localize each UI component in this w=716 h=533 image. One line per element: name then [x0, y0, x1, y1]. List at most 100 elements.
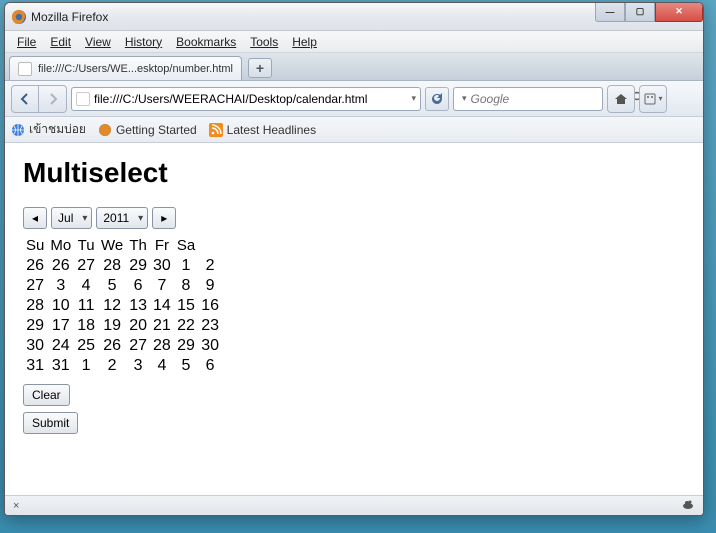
- maximize-button[interactable]: ▢: [625, 2, 655, 22]
- search-box[interactable]: ▾: [453, 87, 603, 111]
- clear-button[interactable]: Clear: [23, 384, 70, 406]
- calendar-cell[interactable]: 29: [23, 316, 47, 336]
- home-button[interactable]: [607, 85, 635, 113]
- firefox-icon: [98, 123, 112, 137]
- calendar-cell[interactable]: 5: [174, 356, 198, 376]
- menu-view[interactable]: View: [79, 34, 117, 50]
- calendar-cell[interactable]: 29: [126, 256, 150, 276]
- calendar-cell[interactable]: 28: [150, 336, 174, 356]
- next-month-button[interactable]: ▸: [152, 207, 176, 229]
- calendar-cell[interactable]: 1: [74, 356, 98, 376]
- calendar-cell[interactable]: 20: [126, 316, 150, 336]
- calendar-cell[interactable]: 8: [174, 276, 198, 296]
- menu-bar: File Edit View History Bookmarks Tools H…: [5, 31, 703, 53]
- calendar-cell[interactable]: 26: [98, 336, 126, 356]
- minimize-button[interactable]: —: [595, 2, 625, 22]
- search-dropdown-icon[interactable]: ▾: [462, 93, 467, 104]
- rss-icon: [209, 123, 223, 137]
- menu-history[interactable]: History: [119, 34, 168, 50]
- tab-title: file:///C:/Users/WE...esktop/number.html: [38, 63, 233, 75]
- page-content: Multiselect ◂ Jul 2011 ▸ Su Mo Tu We Th …: [5, 143, 703, 495]
- calendar-row: 3024252627282930: [23, 336, 222, 356]
- search-input[interactable]: [471, 92, 628, 106]
- calendar-row: 273456789: [23, 276, 222, 296]
- menu-tools[interactable]: Tools: [244, 34, 284, 50]
- year-select[interactable]: 2011: [96, 207, 148, 229]
- back-button[interactable]: [11, 85, 39, 113]
- calendar-cell[interactable]: 31: [23, 356, 47, 376]
- calendar-cell[interactable]: 29: [174, 336, 198, 356]
- calendar-cell[interactable]: 27: [126, 336, 150, 356]
- calendar-cell[interactable]: 6: [198, 356, 222, 376]
- menu-edit[interactable]: Edit: [44, 34, 77, 50]
- close-button[interactable]: ✕: [655, 2, 703, 22]
- bookmarks-button[interactable]: ▾: [639, 85, 667, 113]
- reload-button[interactable]: [425, 87, 449, 111]
- calendar-cell[interactable]: 30: [23, 336, 47, 356]
- bookmark-item-latest-headlines[interactable]: Latest Headlines: [209, 123, 316, 137]
- dow-tu: Tu: [74, 235, 98, 256]
- calendar-cell[interactable]: 27: [74, 256, 98, 276]
- nav-toolbar: ▾ ▾ ▾: [5, 81, 703, 117]
- page-icon: [18, 62, 32, 76]
- url-dropdown-icon[interactable]: ▾: [411, 93, 416, 104]
- calendar-cell[interactable]: 24: [47, 336, 74, 356]
- calendar-cell[interactable]: 26: [23, 256, 47, 276]
- calendar-row: 26262728293012: [23, 256, 222, 276]
- menu-help[interactable]: Help: [286, 34, 323, 50]
- submit-button[interactable]: Submit: [23, 412, 78, 434]
- calendar-cell[interactable]: 31: [47, 356, 74, 376]
- calendar-cell[interactable]: 18: [74, 316, 98, 336]
- calendar-cell[interactable]: 4: [74, 276, 98, 296]
- month-select[interactable]: Jul: [51, 207, 92, 229]
- bookmark-label: เข้าชมบ่อย: [29, 120, 86, 139]
- bookmark-item-getting-started[interactable]: Getting Started: [98, 123, 197, 137]
- calendar-cell[interactable]: 14: [150, 296, 174, 316]
- calendar-cell[interactable]: 25: [74, 336, 98, 356]
- calendar-cell[interactable]: 15: [174, 296, 198, 316]
- menu-bookmarks[interactable]: Bookmarks: [170, 34, 242, 50]
- calendar-cell[interactable]: 2: [198, 256, 222, 276]
- bookmark-item-frequent[interactable]: เข้าชมบ่อย: [11, 120, 86, 139]
- calendar-cell[interactable]: 30: [198, 336, 222, 356]
- calendar-cell[interactable]: 3: [47, 276, 74, 296]
- url-input[interactable]: [94, 92, 407, 106]
- site-icon: [76, 92, 90, 106]
- dow-su: Su: [23, 235, 47, 256]
- calendar-cell[interactable]: 16: [198, 296, 222, 316]
- bookmark-label: Getting Started: [116, 123, 197, 137]
- titlebar[interactable]: Mozilla Firefox — ▢ ✕: [5, 3, 703, 31]
- calendar-cell[interactable]: 30: [150, 256, 174, 276]
- calendar-cell[interactable]: 21: [150, 316, 174, 336]
- calendar-cell[interactable]: 17: [47, 316, 74, 336]
- calendar-cell[interactable]: 11: [74, 296, 98, 316]
- calendar-cell[interactable]: 19: [98, 316, 126, 336]
- calendar-cell[interactable]: 13: [126, 296, 150, 316]
- calendar-cell[interactable]: 10: [47, 296, 74, 316]
- calendar-cell[interactable]: 28: [23, 296, 47, 316]
- browser-tab[interactable]: file:///C:/Users/WE...esktop/number.html: [9, 56, 242, 80]
- calendar-cell[interactable]: 9: [198, 276, 222, 296]
- calendar-cell[interactable]: 4: [150, 356, 174, 376]
- calendar-cell[interactable]: 28: [98, 256, 126, 276]
- calendar-cell[interactable]: 3: [126, 356, 150, 376]
- prev-month-button[interactable]: ◂: [23, 207, 47, 229]
- calendar-cell[interactable]: 23: [198, 316, 222, 336]
- dow-we: We: [98, 235, 126, 256]
- calendar-cell[interactable]: 1: [174, 256, 198, 276]
- calendar-cell[interactable]: 7: [150, 276, 174, 296]
- calendar-cell[interactable]: 6: [126, 276, 150, 296]
- url-bar[interactable]: ▾: [71, 87, 421, 111]
- forward-button[interactable]: [39, 85, 67, 113]
- dow-fr: Fr: [150, 235, 174, 256]
- dow-sa: Sa: [174, 235, 198, 256]
- status-left[interactable]: ×: [13, 500, 19, 512]
- calendar-cell[interactable]: 5: [98, 276, 126, 296]
- menu-file[interactable]: File: [11, 34, 42, 50]
- calendar-cell[interactable]: 22: [174, 316, 198, 336]
- calendar-cell[interactable]: 26: [47, 256, 74, 276]
- calendar-cell[interactable]: 12: [98, 296, 126, 316]
- calendar-cell[interactable]: 27: [23, 276, 47, 296]
- new-tab-button[interactable]: +: [248, 58, 272, 78]
- calendar-cell[interactable]: 2: [98, 356, 126, 376]
